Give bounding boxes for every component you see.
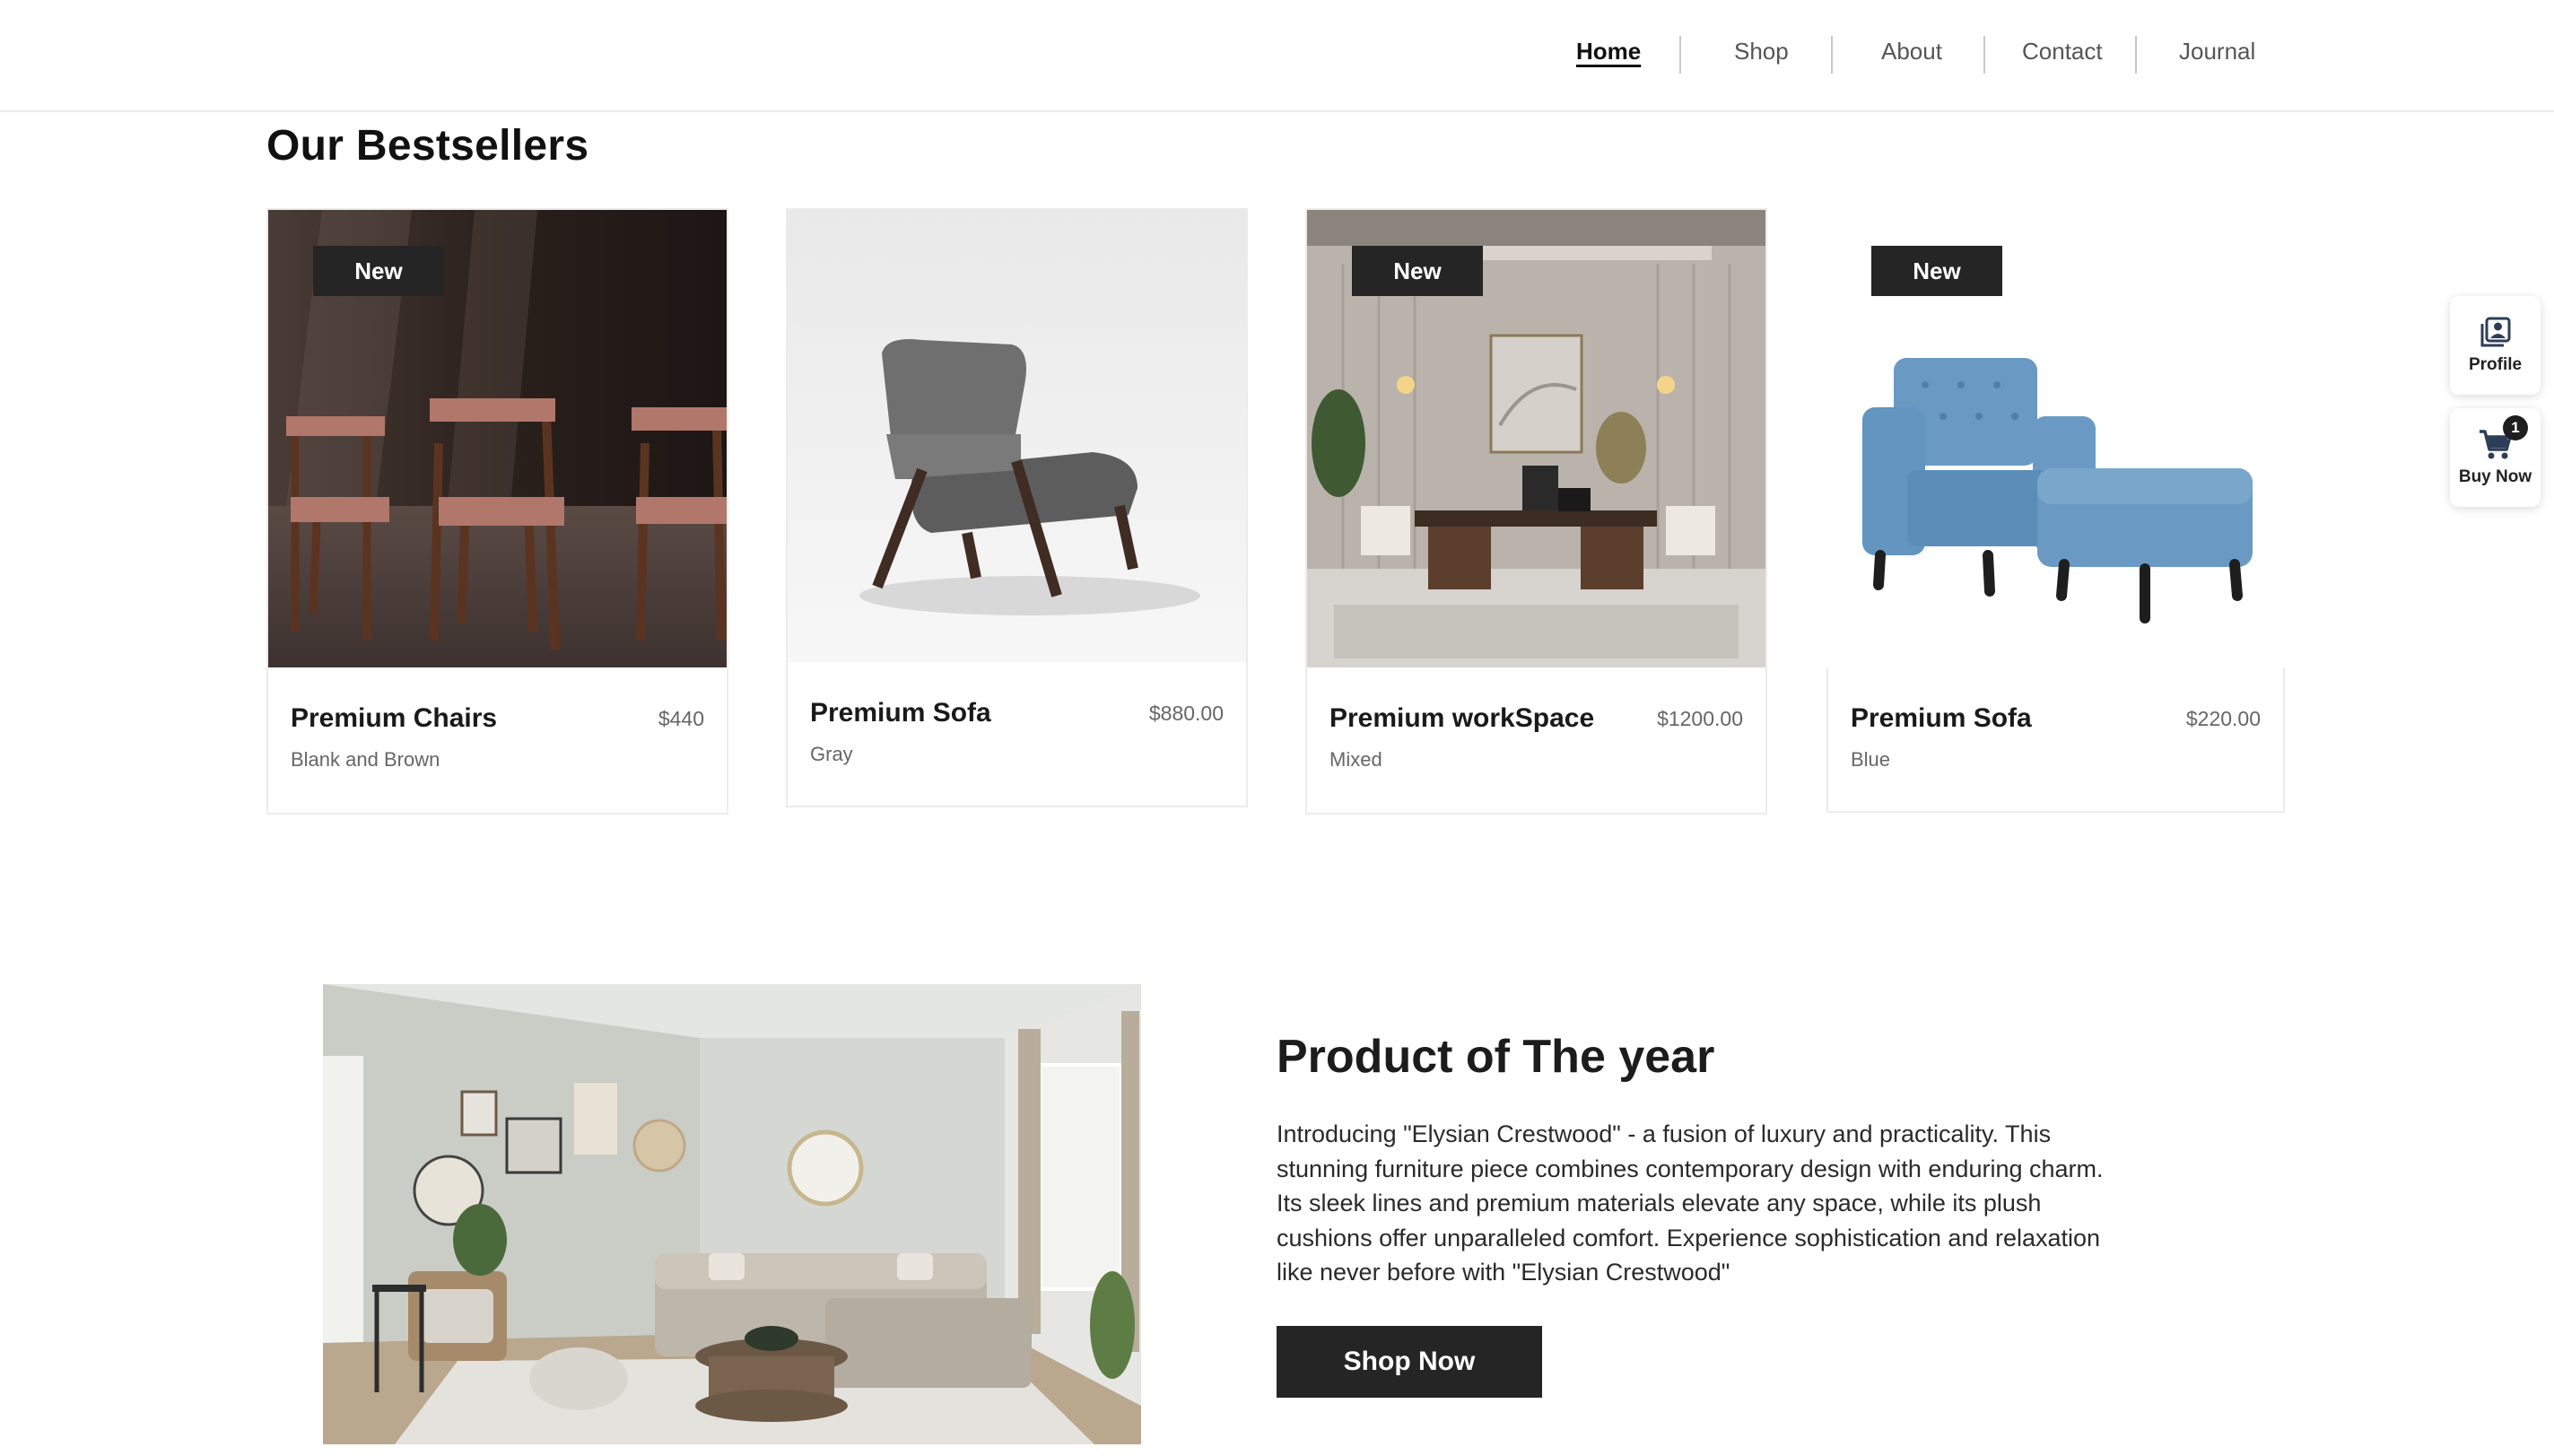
product-card[interactable]: New Premium Chairs $440 Blank and Brown (266, 208, 728, 815)
living-room-photo (323, 984, 1141, 1444)
product-price: $440 (658, 707, 704, 730)
product-variant: Mixed (1329, 748, 1382, 771)
product-card[interactable]: Premium Sofa $880.00 Gray (786, 208, 1248, 807)
profile-label: Profile (2468, 355, 2523, 374)
buy-now-button[interactable]: 1 Buy Now (2450, 408, 2541, 507)
product-name[interactable]: Premium workSpace (1329, 703, 1594, 734)
cart-count-badge: 1 (2503, 415, 2528, 440)
product-card[interactable]: New Premium workSpace $1200.00 Mixed (1305, 208, 1767, 815)
gray-chair-photo (788, 210, 1246, 662)
buy-now-label: Buy Now (2458, 467, 2532, 486)
nav-divider (1831, 36, 1833, 74)
product-of-year-description: Introducing "Elysian Crestwood" - a fusi… (1277, 1120, 2104, 1286)
product-image-chairs[interactable]: New (268, 210, 727, 667)
product-image-gray-chair[interactable] (788, 210, 1246, 662)
product-image-workspace[interactable]: New (1307, 210, 1765, 667)
product-name[interactable]: Premium Chairs (291, 703, 497, 734)
product-price: $220.00 (2185, 707, 2261, 730)
product-image-blue-armchair[interactable]: New (1826, 210, 2285, 667)
product-price: $1200.00 (1657, 707, 1743, 730)
product-info: Premium workSpace $1200.00 Mixed (1307, 667, 1765, 813)
new-badge: New (313, 246, 444, 296)
product-variant: Blank and Brown (291, 748, 440, 771)
nav-about-link[interactable]: About (1881, 38, 1942, 65)
product-variant: Blue (1851, 748, 1891, 771)
new-badge: New (1352, 246, 1483, 296)
new-badge: New (1871, 246, 2002, 296)
product-name[interactable]: Premium Sofa (810, 698, 991, 728)
product-of-year-image (323, 984, 1141, 1444)
product-variant: Gray (810, 743, 853, 765)
profile-icon (2480, 317, 2510, 347)
nav-shop-link[interactable]: Shop (1734, 38, 1789, 65)
product-info: Premium Chairs $440 Blank and Brown (268, 667, 727, 813)
nav-journal-link[interactable]: Journal (2179, 38, 2255, 65)
nav-divider (1679, 36, 1681, 74)
nav-contact-link[interactable]: Contact (2022, 38, 2103, 65)
site-header: Home Shop About Contact Journal (0, 0, 2554, 112)
product-of-year-title: Product of The year (1277, 1031, 1715, 1083)
nav-divider (1983, 36, 1985, 74)
product-price: $880.00 (1148, 702, 1224, 725)
product-name[interactable]: Premium Sofa (1851, 703, 2032, 734)
shop-now-button[interactable]: Shop Now (1277, 1326, 1542, 1398)
nav-home-link[interactable]: Home (1576, 38, 1641, 65)
product-info: Premium Sofa $880.00 Gray (788, 662, 1246, 806)
bestsellers-title: Our Bestsellers (266, 122, 589, 170)
product-info: Premium Sofa $220.00 Blue (1826, 667, 2285, 813)
nav-divider (2135, 36, 2137, 74)
product-card[interactable]: New Premium Sofa $220.00 Blue (1825, 208, 2287, 815)
profile-button[interactable]: Profile (2450, 296, 2541, 395)
